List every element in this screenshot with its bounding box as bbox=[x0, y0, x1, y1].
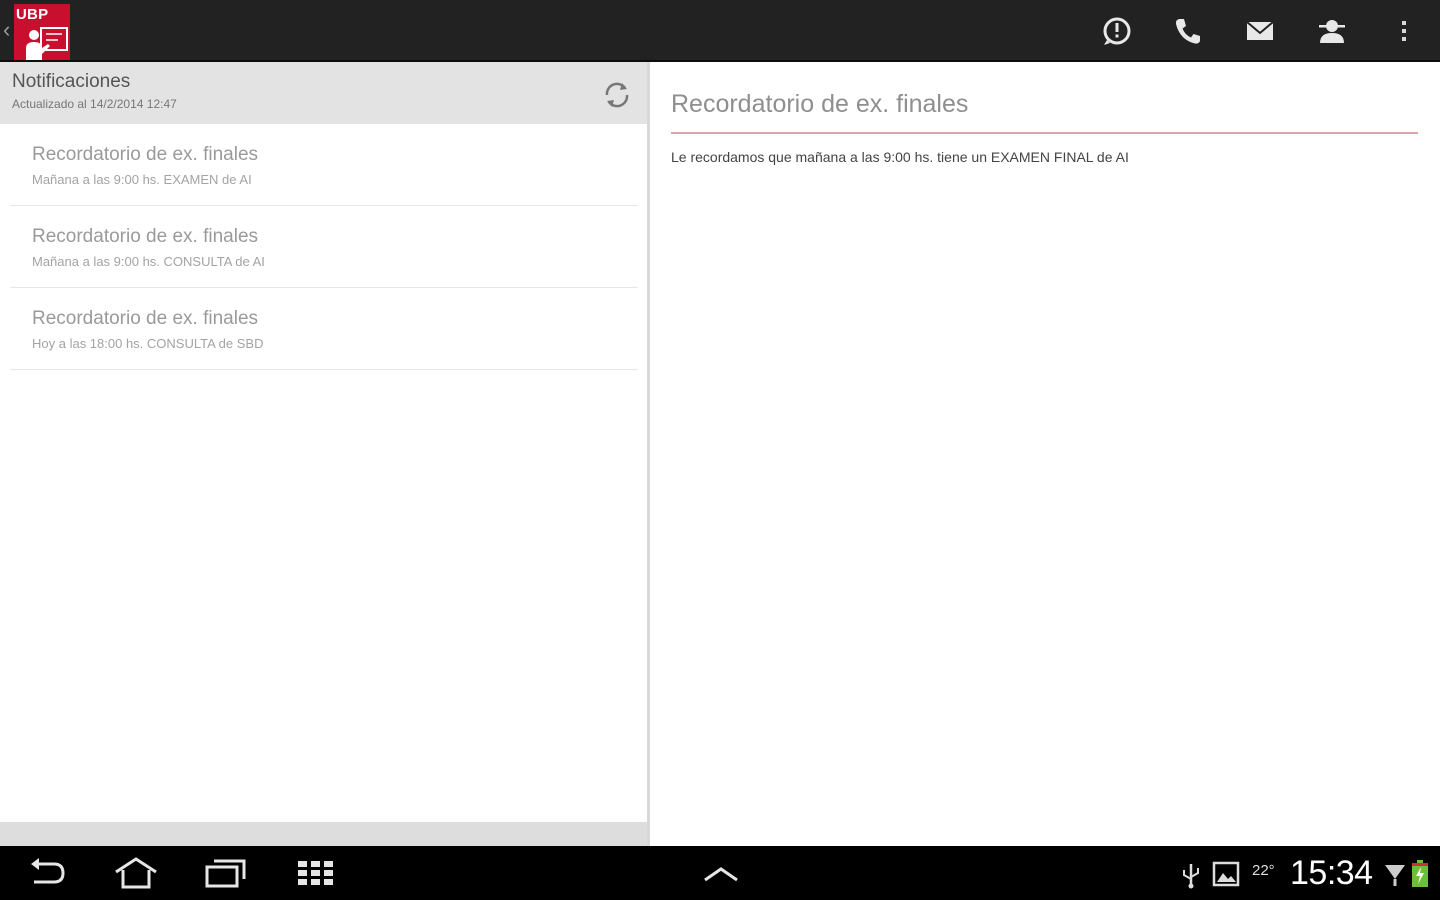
phone-icon[interactable] bbox=[1170, 13, 1206, 49]
notifications-header: Notificaciones Actualizado al 14/2/2014 … bbox=[0, 62, 647, 124]
action-bar: ‹ UBP bbox=[0, 0, 1440, 62]
notification-title: Recordatorio de ex. finales bbox=[32, 144, 259, 165]
list-item[interactable]: Recordatorio de ex. finales Hoy a las 18… bbox=[10, 288, 638, 370]
list-item[interactable]: Recordatorio de ex. finales Mañana a las… bbox=[10, 206, 638, 288]
notification-subtitle: Mañana a las 9:00 hs. CONSULTA de AI bbox=[32, 254, 265, 269]
home-icon[interactable] bbox=[113, 857, 159, 889]
detail-title-underline bbox=[671, 132, 1418, 134]
back-icon[interactable] bbox=[28, 858, 68, 888]
notifications-pane: Notificaciones Actualizado al 14/2/2014 … bbox=[0, 62, 647, 846]
app-logo[interactable]: UBP bbox=[14, 4, 70, 60]
system-navigation-bar: 22° 15:34 bbox=[0, 846, 1440, 900]
notification-title: Recordatorio de ex. finales bbox=[32, 308, 259, 329]
list-footer-bar bbox=[0, 822, 647, 846]
temperature-text: 22° bbox=[1252, 862, 1275, 879]
contact-icon[interactable] bbox=[1314, 13, 1350, 49]
notification-title: Recordatorio de ex. finales bbox=[32, 226, 259, 247]
notification-subtitle: Hoy a las 18:00 hs. CONSULTA de SBD bbox=[32, 336, 264, 351]
apps-grid-icon[interactable] bbox=[297, 860, 335, 886]
chevron-up-icon[interactable] bbox=[702, 866, 740, 882]
notifications-title: Notificaciones bbox=[12, 71, 131, 92]
battery-charging-icon bbox=[1410, 860, 1430, 888]
overflow-menu-icon[interactable] bbox=[1386, 13, 1422, 49]
up-caret-icon[interactable]: ‹ bbox=[3, 18, 10, 42]
notification-list: Recordatorio de ex. finales Mañana a las… bbox=[0, 124, 647, 370]
detail-pane: Recordatorio de ex. finales Le recordamo… bbox=[650, 62, 1440, 846]
detail-title: Recordatorio de ex. finales bbox=[671, 90, 969, 118]
gallery-icon bbox=[1212, 861, 1240, 887]
refresh-icon[interactable] bbox=[600, 78, 634, 112]
last-updated-text: Actualizado al 14/2/2014 12:47 bbox=[12, 97, 177, 111]
notification-subtitle: Mañana a las 9:00 hs. EXAMEN de AI bbox=[32, 172, 252, 187]
detail-body: Le recordamos que mañana a las 9:00 hs. … bbox=[671, 149, 1129, 165]
mail-icon[interactable] bbox=[1242, 13, 1278, 49]
usb-icon bbox=[1180, 861, 1202, 889]
recent-apps-icon[interactable] bbox=[204, 858, 248, 888]
clock-text: 15:34 bbox=[1290, 854, 1373, 892]
wifi-icon bbox=[1384, 861, 1406, 887]
alert-icon[interactable] bbox=[1099, 13, 1135, 49]
logo-figure-icon bbox=[26, 27, 68, 60]
list-item[interactable]: Recordatorio de ex. finales Mañana a las… bbox=[10, 124, 638, 206]
